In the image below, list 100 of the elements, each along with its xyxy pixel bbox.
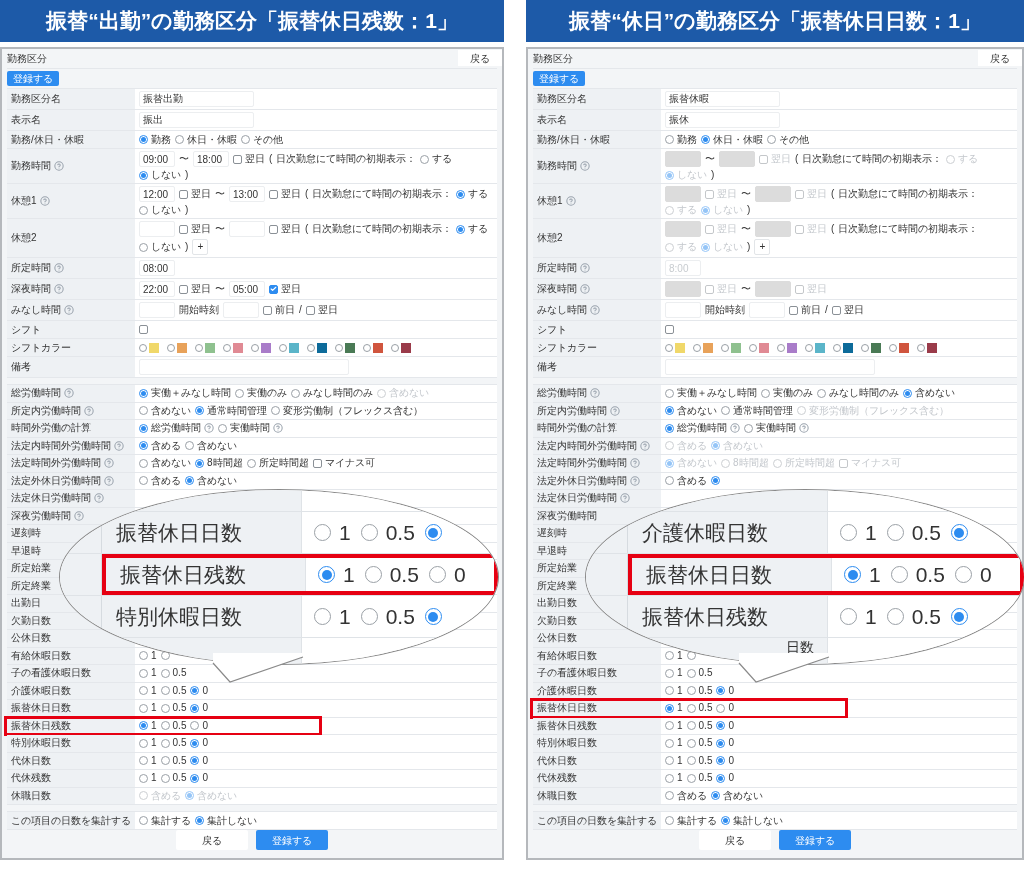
radio-option[interactable]: 含めない — [903, 387, 955, 400]
radio-option[interactable]: 1 — [139, 702, 157, 715]
radio-option[interactable]: 0.5 — [364, 558, 419, 591]
radio-option[interactable]: 含める — [665, 789, 707, 802]
radio-option[interactable]: 1 — [139, 737, 157, 750]
add-button[interactable]: + — [192, 239, 209, 255]
add-button[interactable]: + — [754, 239, 771, 255]
radio-option[interactable]: 0.5 — [160, 754, 187, 767]
radio-option[interactable]: 0.5 — [686, 667, 713, 680]
checkbox-option[interactable]: 翌日 — [179, 283, 211, 295]
radio-option[interactable]: しない — [139, 241, 181, 253]
radio-option[interactable]: 0 — [190, 754, 209, 767]
radio-option[interactable]: 0 — [716, 702, 735, 715]
back-button[interactable]: 戻る — [176, 830, 248, 850]
radio-option[interactable] — [711, 476, 720, 486]
radio-option[interactable]: 1 — [139, 719, 157, 732]
radio-option[interactable]: する — [456, 188, 489, 200]
checkbox-option[interactable]: 翌日 — [269, 188, 301, 200]
radio-option[interactable]: 1 — [139, 667, 157, 680]
radio-option[interactable]: しない — [139, 204, 181, 216]
radio-option[interactable]: 集計しない — [195, 814, 257, 827]
radio-option[interactable]: 0.5 — [890, 558, 945, 591]
radio-option[interactable]: 8時間超 — [195, 457, 243, 470]
checkbox-option[interactable]: 前日 — [263, 304, 295, 316]
radio-option[interactable]: 0 — [428, 558, 466, 591]
radio-option[interactable]: 1 — [665, 649, 683, 662]
radio-option[interactable]: 0.5 — [886, 600, 941, 633]
radio-option[interactable]: 含めない — [665, 404, 717, 417]
radio-option[interactable]: 0 — [716, 684, 735, 697]
back-button[interactable]: 戻る — [699, 830, 771, 850]
checkbox-option[interactable]: 前日 — [789, 304, 821, 316]
radio-option[interactable]: 実働のみ — [761, 387, 813, 400]
radio-option[interactable]: する — [420, 153, 453, 165]
checkbox-option[interactable]: 翌日 — [179, 188, 211, 200]
radio-option[interactable]: 実働＋みなし時間 — [139, 387, 231, 400]
radio-option[interactable]: 0 — [716, 719, 735, 732]
radio-option[interactable]: 含める — [665, 474, 707, 487]
radio-option[interactable]: 0 — [190, 772, 209, 785]
radio-option[interactable]: 0.5 — [160, 719, 187, 732]
radio-option[interactable]: 0 — [716, 754, 735, 767]
radio-option[interactable]: 0.5 — [686, 719, 713, 732]
text-field[interactable]: 振休 — [665, 112, 780, 128]
radio-option[interactable]: 1 — [665, 737, 683, 750]
text-field[interactable]: 振替休暇 — [665, 91, 780, 107]
radio-option[interactable]: 含めない — [711, 789, 763, 802]
radio-option[interactable]: しない — [139, 169, 181, 181]
radio-option[interactable]: 総労働時間 — [139, 422, 214, 435]
checkbox-option[interactable]: 翌日 — [269, 223, 301, 235]
radio-option[interactable]: 0.5 — [160, 667, 187, 680]
radio-option[interactable]: みなし時間のみ — [817, 387, 899, 400]
back-button[interactable]: 戻る — [458, 50, 502, 67]
radio-option[interactable]: 含めない — [185, 474, 237, 487]
radio-option[interactable]: 実働のみ — [235, 387, 287, 400]
radio-option[interactable]: 0.5 — [360, 600, 415, 633]
time-field[interactable]: 13:00 — [229, 186, 265, 202]
radio-option[interactable]: 0 — [190, 684, 209, 697]
radio-option[interactable]: 0.5 — [686, 754, 713, 767]
radio-option[interactable]: 実働時間 — [218, 422, 283, 435]
radio-option[interactable]: 0 — [716, 772, 735, 785]
radio-option[interactable]: 1 — [139, 684, 157, 697]
radio-option[interactable]: 0.5 — [886, 516, 941, 549]
radio-option[interactable]: 1 — [844, 558, 881, 591]
radio-option[interactable]: する — [456, 223, 489, 235]
radio-option[interactable]: 所定時間超 — [246, 457, 309, 470]
radio-option[interactable]: 1 — [840, 600, 877, 633]
radio-option[interactable]: 含める — [139, 474, 181, 487]
radio-option[interactable]: 勤務 — [665, 133, 697, 146]
time-field[interactable]: 18:00 — [193, 151, 229, 167]
radio-option[interactable]: 集計する — [139, 814, 191, 827]
radio-option[interactable]: 含めない — [139, 404, 191, 417]
radio-option[interactable] — [950, 524, 968, 541]
radio-option[interactable]: 1 — [314, 516, 351, 549]
radio-option[interactable]: 0.5 — [360, 516, 415, 549]
radio-option[interactable]: 1 — [314, 600, 351, 633]
radio-option[interactable]: 通常時間管理 — [721, 404, 793, 417]
radio-option[interactable]: 1 — [665, 772, 683, 785]
radio-option[interactable]: 0.5 — [686, 684, 713, 697]
radio-option[interactable]: 1 — [139, 772, 157, 785]
radio-option[interactable]: 0.5 — [686, 737, 713, 750]
time-field[interactable]: 12:00 — [139, 186, 175, 202]
radio-option[interactable]: 1 — [665, 719, 683, 732]
radio-option[interactable]: 1 — [665, 684, 683, 697]
checkbox-option[interactable]: 翌日 — [179, 223, 211, 235]
checkbox-option[interactable] — [665, 325, 674, 334]
radio-option[interactable]: 0 — [716, 737, 735, 750]
text-field[interactable]: 振替出勤 — [139, 91, 254, 107]
radio-option[interactable]: 集計しない — [721, 814, 783, 827]
time-field[interactable]: 08:00 — [139, 260, 175, 276]
time-field[interactable]: 22:00 — [139, 281, 175, 297]
radio-option[interactable]: 含めない — [139, 457, 191, 470]
radio-option[interactable]: 0 — [190, 719, 209, 732]
radio-option[interactable]: その他 — [767, 133, 809, 146]
radio-option[interactable]: 1 — [139, 754, 157, 767]
radio-option[interactable] — [424, 524, 442, 541]
radio-option[interactable]: 1 — [665, 667, 683, 680]
text-field[interactable]: 振出 — [139, 112, 254, 128]
radio-option[interactable]: 休日・休暇 — [701, 133, 763, 146]
radio-option[interactable]: 0.5 — [686, 772, 713, 785]
radio-option[interactable]: 実働＋みなし時間 — [665, 387, 757, 400]
radio-option[interactable]: 通常時間管理 — [195, 404, 267, 417]
